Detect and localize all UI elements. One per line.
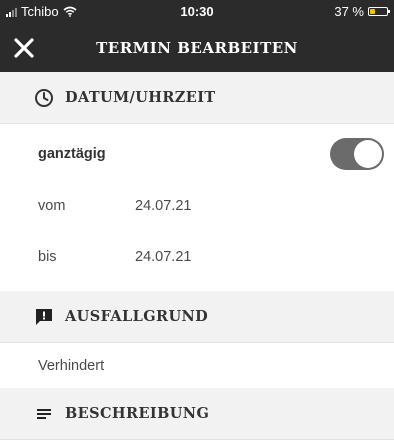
section-description-title: BESCHREIBUNG <box>65 405 210 422</box>
status-bar: Tchibo 10:30 37 % <box>0 0 394 24</box>
reason-value[interactable]: Verhindert <box>38 358 104 374</box>
all-day-label: ganztägig <box>38 146 106 162</box>
clock-icon <box>35 89 53 107</box>
battery-icon <box>368 7 390 16</box>
battery-percent: 37 % <box>334 4 364 19</box>
from-label: vom <box>38 198 66 214</box>
notes-icon <box>37 409 51 419</box>
section-datetime-title: DATUM/UHRZEIT <box>65 89 216 106</box>
to-label: bis <box>38 249 57 265</box>
alert-message-icon <box>36 309 52 325</box>
section-reason-title: AUSFALLGRUND <box>65 308 209 325</box>
status-right: 37 % <box>334 4 390 19</box>
app-header: TERMIN BEARBEITEN <box>0 24 394 72</box>
from-date[interactable]: 24.07.21 <box>135 198 191 214</box>
section-reason-header: AUSFALLGRUND <box>0 291 394 343</box>
toggle-knob <box>354 140 382 168</box>
section-datetime-header: DATUM/UHRZEIT <box>0 72 394 124</box>
page-title: TERMIN BEARBEITEN <box>96 39 298 57</box>
section-description-header: BESCHREIBUNG <box>0 388 394 440</box>
all-day-toggle[interactable] <box>330 138 384 170</box>
to-date[interactable]: 24.07.21 <box>135 249 191 265</box>
